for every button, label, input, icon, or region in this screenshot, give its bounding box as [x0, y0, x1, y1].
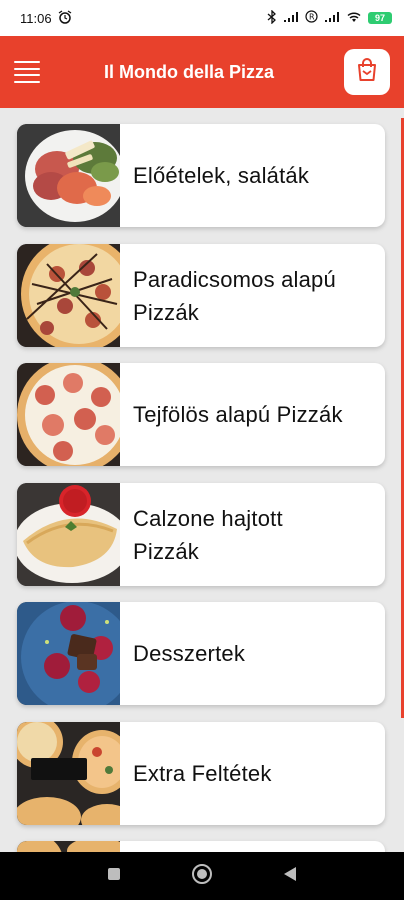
back-button[interactable]	[270, 856, 310, 896]
category-card-partial[interactable]	[17, 841, 385, 852]
signal-icon	[283, 11, 299, 26]
home-icon	[191, 863, 213, 890]
category-card-sour-cream-pizzas[interactable]: Tejfölös alapú Pizzák	[17, 363, 385, 466]
category-label: Desszertek	[133, 641, 246, 666]
bluetooth-icon	[267, 8, 277, 27]
alarm-icon	[58, 9, 72, 27]
recents-icon	[107, 867, 121, 886]
svg-text:R: R	[309, 13, 315, 22]
category-card-extra-toppings[interactable]: Extra Feltétek	[17, 722, 385, 825]
category-card-appetizers[interactable]: Előételek, saláták	[17, 124, 385, 227]
category-card-desserts[interactable]: Desszertek	[17, 602, 385, 705]
status-bar: 11:06 R 97	[0, 0, 404, 36]
tomato-pizza-photo	[17, 244, 120, 347]
battery-level: 97	[374, 13, 385, 23]
category-label: Extra Feltétek	[133, 761, 272, 786]
antipasto-platter-photo	[17, 124, 120, 227]
home-button[interactable]	[182, 856, 222, 896]
cart-button[interactable]	[344, 49, 390, 95]
battery-icon: 97	[368, 12, 392, 24]
sour-cream-pizza-photo	[17, 363, 120, 466]
app-bar: Il Mondo della Pizza	[0, 36, 404, 108]
dessert-photo	[17, 602, 120, 705]
wifi-icon	[346, 11, 362, 26]
category-label: Tejfölös alapú Pizzák	[133, 402, 343, 427]
shopping-bag-icon	[356, 57, 378, 87]
status-time: 11:06	[20, 10, 52, 26]
roaming-icon: R	[305, 10, 318, 26]
category-label: Előételek, saláták	[133, 163, 310, 188]
category-list[interactable]: Előételek, saláták Paradicsomos alapú Pi…	[0, 108, 404, 852]
category-card-tomato-pizzas[interactable]: Paradicsomos alapú Pizzák	[17, 244, 385, 347]
partial-category-photo	[17, 841, 120, 852]
recents-button[interactable]	[94, 856, 134, 896]
system-nav-bar	[0, 852, 404, 900]
category-label: Calzone hajtott Pizzák	[133, 505, 283, 564]
calzone-photo	[17, 483, 120, 586]
category-label: Paradicsomos alapú Pizzák	[133, 266, 336, 325]
app-title: Il Mondo della Pizza	[103, 61, 274, 82]
extra-toppings-photo	[17, 722, 120, 825]
category-card-calzone[interactable]: Calzone hajtott Pizzák	[17, 483, 385, 586]
back-icon	[283, 866, 297, 887]
signal-icon-2	[324, 11, 340, 26]
